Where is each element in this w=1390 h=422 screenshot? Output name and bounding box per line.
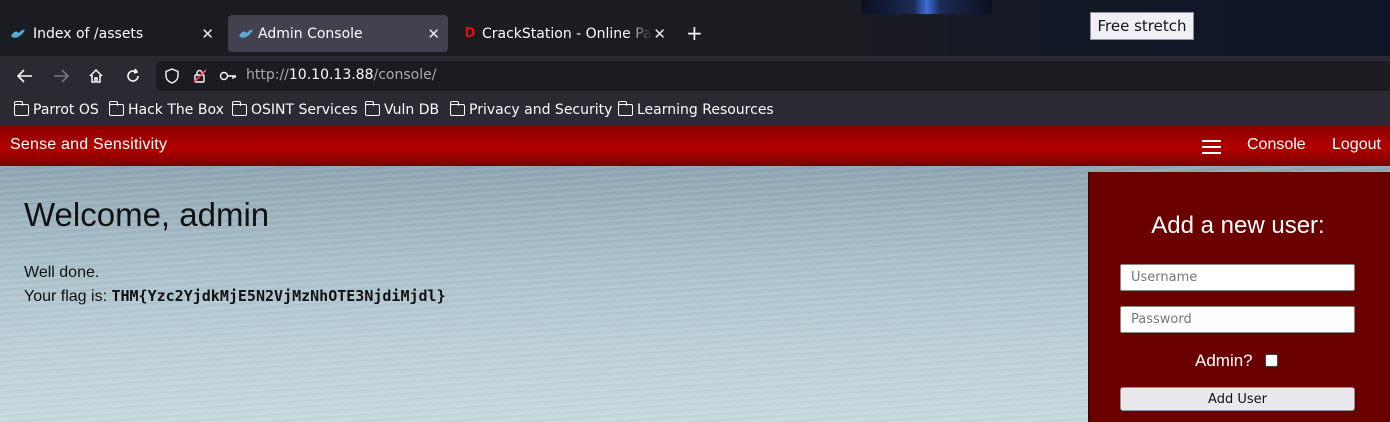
tab-label: Admin Console <box>258 25 363 42</box>
home-icon[interactable] <box>86 66 106 86</box>
username-input[interactable] <box>1120 264 1355 291</box>
site-brand[interactable]: Sense and Sensitivity <box>10 136 167 154</box>
reload-icon[interactable] <box>123 66 143 86</box>
password-input[interactable] <box>1120 306 1355 333</box>
folder-icon <box>364 101 380 116</box>
admin-label: Admin? <box>1195 351 1253 370</box>
tab-label: Index of /assets <box>33 25 144 42</box>
nav-console-link[interactable]: Console <box>1247 136 1306 154</box>
close-tab-icon[interactable]: ✕ <box>653 25 666 43</box>
folder-icon <box>13 101 29 116</box>
bookmark-hack-the-box[interactable]: Hack The Box <box>108 101 224 118</box>
bookmark-learning-resources[interactable]: Learning Resources <box>617 101 774 118</box>
bookmark-osint-services[interactable]: OSINT Services <box>231 101 358 118</box>
well-done-text: Well done. <box>24 264 100 281</box>
folder-icon <box>108 101 124 116</box>
tab-admin-console[interactable]: Admin Console ✕ <box>228 15 448 52</box>
new-tab-plus-icon[interactable]: + <box>686 22 703 44</box>
nav-logout-link[interactable]: Logout <box>1332 136 1381 154</box>
url-text[interactable]: http://10.10.13.88/console/ <box>246 67 436 83</box>
bookmark-vuln-db[interactable]: Vuln DB <box>364 101 439 118</box>
flag-line: Your flag is: THM{Yzc2YjdkMjE5N2VjMzNhOT… <box>24 287 446 305</box>
folder-icon <box>449 101 465 116</box>
tooltip: Free stretch <box>1090 12 1194 40</box>
forward-arrow-icon[interactable] <box>51 66 71 86</box>
tab-label: CrackStation - Online Pas <box>482 25 652 42</box>
close-tab-icon[interactable]: ✕ <box>427 25 440 43</box>
welcome-heading: Welcome, admin <box>24 196 270 233</box>
hamburger-menu-icon[interactable] <box>1202 140 1221 154</box>
site-favicon-icon <box>10 26 26 42</box>
folder-icon <box>617 101 633 116</box>
desktop-wallpaper-glow <box>862 0 992 14</box>
tab-index-of-assets[interactable]: Index of /assets ✕ <box>0 15 222 52</box>
crackstation-favicon-icon: D <box>463 26 477 41</box>
folder-icon <box>231 101 247 116</box>
site-favicon-icon <box>238 26 254 42</box>
add-user-panel <box>1088 172 1390 422</box>
add-user-title: Add a new user: <box>1151 212 1325 239</box>
bookmark-privacy-and-security[interactable]: Privacy and Security <box>449 101 612 118</box>
admin-checkbox[interactable] <box>1265 354 1278 367</box>
site-navbar <box>0 126 1390 166</box>
bookmark-parrot-os[interactable]: Parrot OS <box>13 101 99 118</box>
key-icon[interactable] <box>218 66 238 86</box>
flag-value: THM{Yzc2YjdkMjE5N2VjMzNhOTE3NjdiMjdl} <box>111 287 446 305</box>
close-tab-icon[interactable]: ✕ <box>201 25 214 43</box>
back-arrow-icon[interactable] <box>15 66 35 86</box>
insecure-lock-icon[interactable] <box>190 66 210 86</box>
tab-crackstation[interactable]: D CrackStation - Online Pas ✕ <box>452 15 674 52</box>
shield-icon[interactable] <box>162 66 182 86</box>
add-user-button[interactable]: Add User <box>1120 387 1355 411</box>
